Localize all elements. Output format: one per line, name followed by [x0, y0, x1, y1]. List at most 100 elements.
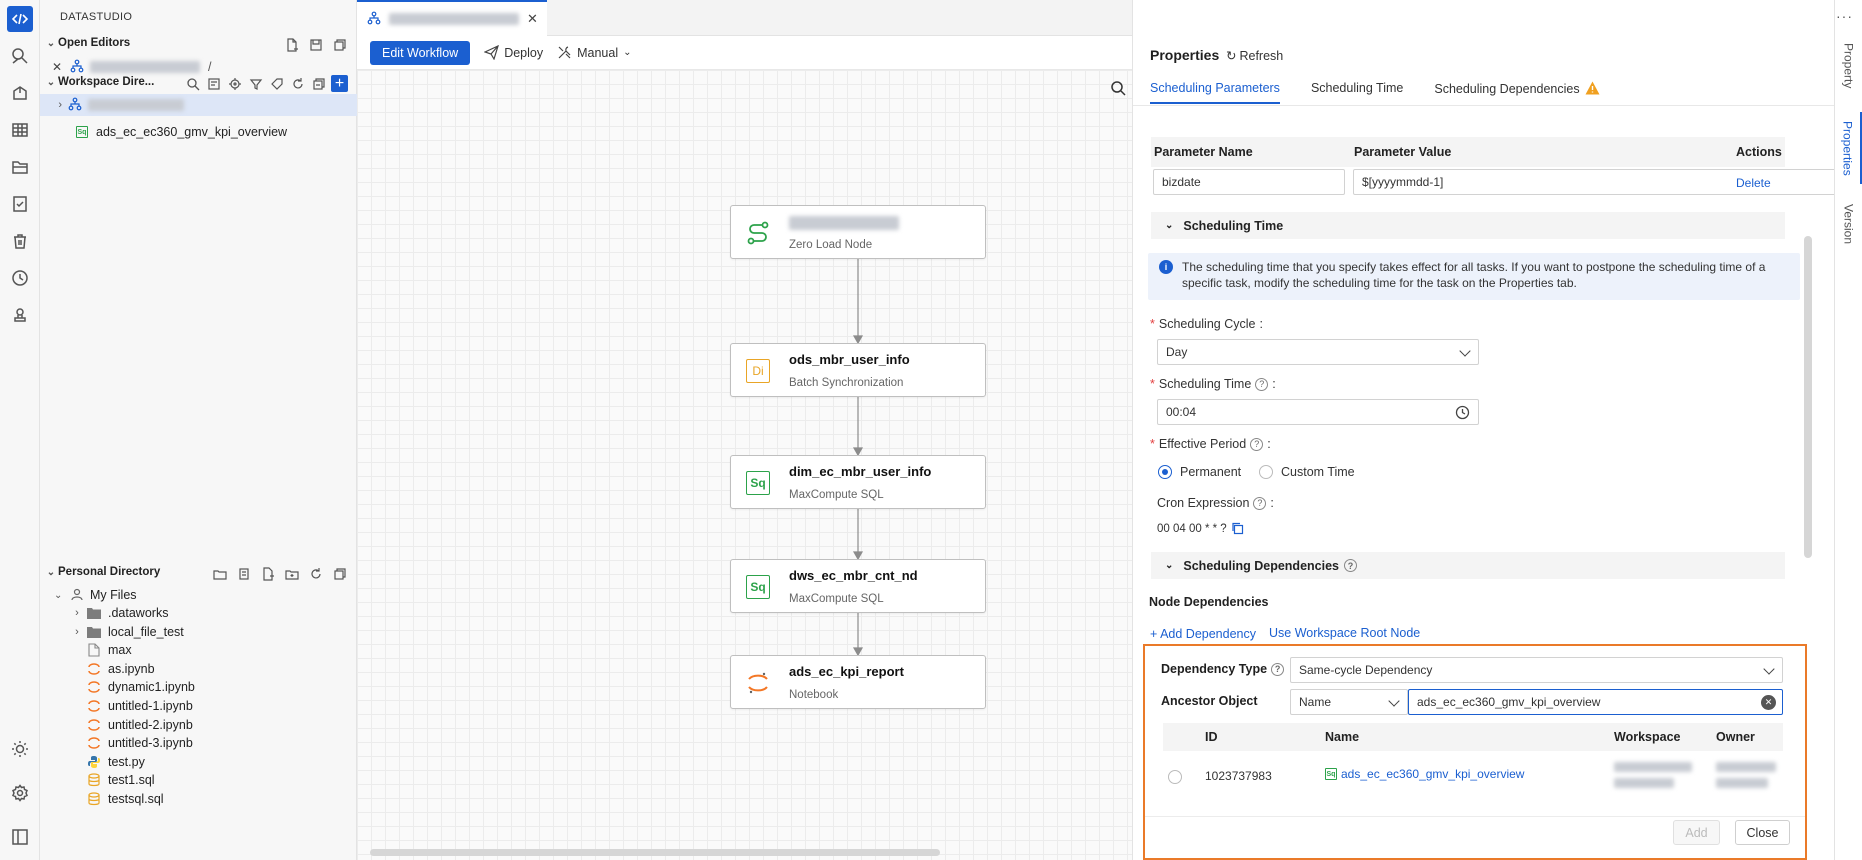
notebook-icon — [86, 679, 102, 695]
sidebar-toggle-icon[interactable] — [7, 824, 33, 850]
canvas-horizontal-scrollbar[interactable] — [370, 849, 940, 856]
scheduling-cycle-select[interactable]: Day — [1157, 339, 1479, 365]
folder-icon — [86, 624, 102, 640]
clear-input-icon[interactable]: ✕ — [1761, 695, 1776, 710]
new-file-icon[interactable] — [259, 565, 276, 582]
add-button[interactable]: + — [331, 75, 348, 92]
period-permanent-radio[interactable]: Permanent — [1158, 465, 1241, 479]
search-icon[interactable] — [184, 75, 201, 92]
tab-scheduling-dependencies[interactable]: Scheduling Dependencies — [1434, 81, 1600, 104]
tab-scheduling-time[interactable]: Scheduling Time — [1311, 81, 1403, 104]
folder-icon — [86, 605, 102, 621]
tab-scheduling-parameters[interactable]: Scheduling Parameters — [1150, 81, 1280, 104]
refresh-button[interactable]: ↻ Refresh — [1226, 48, 1283, 64]
locate-icon[interactable] — [226, 75, 243, 92]
personal-actions — [211, 565, 348, 582]
personal-directory-header[interactable]: ⌄ Personal Directory — [44, 566, 160, 578]
rail-tab-properties[interactable]: Properties — [1835, 112, 1862, 184]
result-row-name-link[interactable]: Sq ads_ec_ec360_gmv_kpi_overview — [1325, 767, 1524, 781]
sql-icon: Sq — [745, 574, 771, 600]
code-icon[interactable] — [7, 6, 33, 32]
close-button[interactable]: Close — [1735, 820, 1790, 845]
more-options-icon[interactable]: ··· — [1836, 8, 1853, 24]
new-folder-icon[interactable] — [211, 565, 228, 582]
refresh-icon[interactable] — [307, 565, 324, 582]
folder-icon[interactable] — [7, 154, 33, 180]
workflow-node-dws[interactable]: Sq dws_ec_mbr_cnt_nd MaxCompute SQL — [730, 559, 986, 613]
period-custom-radio[interactable]: Custom Time — [1259, 465, 1355, 479]
checklist-icon[interactable] — [7, 191, 33, 217]
params-table-header: Parameter Name Parameter Value Actions — [1151, 137, 1785, 167]
result-row-radio[interactable] — [1168, 770, 1182, 784]
close-icon[interactable]: ✕ — [527, 11, 538, 27]
user-stamp-icon[interactable] — [7, 302, 33, 328]
workflow-node-dim[interactable]: Sq dim_ec_mbr_user_info MaxCompute SQL — [730, 455, 986, 509]
collapse-all-icon[interactable] — [310, 75, 327, 92]
filter-icon[interactable] — [247, 75, 264, 92]
copy-icon[interactable] — [1231, 522, 1244, 535]
notebook-icon — [86, 735, 102, 751]
new-file-icon[interactable] — [283, 36, 300, 53]
chevron-down-icon — [1459, 345, 1471, 357]
workflow-canvas[interactable]: Zero Load Node Di ods_mbr_user_info Batc… — [357, 70, 1132, 860]
param-value-input[interactable]: $[yyyymmdd-1] — [1353, 169, 1859, 195]
scheduling-dependencies-header[interactable]: ⌄ Scheduling Dependencies ? — [1151, 552, 1785, 579]
user-icon — [70, 587, 84, 604]
clock-icon[interactable] — [7, 265, 33, 291]
workflow-tab[interactable]: ✕ — [357, 0, 547, 36]
add-dependency-link[interactable]: + Add Dependency — [1150, 627, 1256, 641]
data-map-icon[interactable] — [7, 43, 33, 69]
properties-scrollbar[interactable] — [1804, 236, 1812, 558]
ancestor-search-input[interactable]: ads_ec_ec360_gmv_kpi_overview ✕ — [1408, 689, 1783, 715]
upload-icon[interactable] — [235, 565, 252, 582]
workflow-node-ods[interactable]: Di ods_mbr_user_info Batch Synchronizati… — [730, 343, 986, 397]
tag-icon[interactable] — [268, 75, 285, 92]
add-folder-icon[interactable] — [283, 565, 300, 582]
workflow-node-ads[interactable]: ads_ec_kpi_report Notebook — [730, 655, 986, 709]
notebook-icon — [86, 698, 102, 714]
scheduling-time-label: * Scheduling Time ?: — [1150, 377, 1276, 391]
use-workspace-root-link[interactable]: Use Workspace Root Node — [1269, 626, 1420, 640]
help-icon[interactable]: ? — [1343, 559, 1357, 572]
add-button[interactable]: Add — [1673, 820, 1720, 845]
help-icon[interactable]: ? — [1253, 496, 1267, 510]
help-icon[interactable]: ? — [1255, 377, 1269, 391]
rail-tab-version[interactable]: Version — [1835, 196, 1862, 252]
workflow-node-zero-load[interactable]: Zero Load Node — [730, 205, 986, 259]
file-item[interactable]: testsql.sql — [40, 788, 357, 810]
settings-gear-icon[interactable] — [7, 780, 33, 806]
save-all-icon[interactable] — [307, 36, 324, 53]
dependency-type-select[interactable]: Same-cycle Dependency — [1290, 657, 1783, 683]
editor-tab-bar: ✕ — [357, 0, 1132, 36]
component-icon[interactable] — [7, 80, 33, 106]
refresh-icon: ↻ — [1226, 49, 1237, 63]
close-all-icon[interactable] — [331, 36, 348, 53]
scheduling-time-input[interactable]: 00:04 — [1157, 399, 1479, 425]
tools-icon — [558, 46, 571, 59]
close-icon[interactable]: ✕ — [40, 60, 62, 74]
workspace-workflow-item[interactable]: › — [40, 94, 357, 116]
deploy-button[interactable]: Deploy — [484, 45, 543, 60]
scheduling-time-header[interactable]: ⌄ Scheduling Time — [1151, 212, 1785, 239]
refresh-icon[interactable] — [289, 75, 306, 92]
open-editors-header[interactable]: ⌄ Open Editors — [44, 37, 130, 49]
manual-dropdown[interactable]: Manual ⌄ — [557, 45, 632, 60]
filter-list-icon[interactable] — [205, 75, 222, 92]
help-icon[interactable]: ? — [1250, 437, 1264, 451]
edit-workflow-button[interactable]: Edit Workflow — [370, 40, 471, 65]
help-icon[interactable]: ? — [1271, 662, 1285, 676]
workspace-file-item[interactable]: Sq ads_ec_ec360_gmv_kpi_overview — [40, 121, 357, 143]
theme-sun-icon[interactable] — [7, 736, 33, 762]
result-row[interactable]: 1023737983 Sq ads_ec_ec360_gmv_kpi_overv… — [1163, 754, 1783, 798]
collapse-all-icon[interactable] — [331, 565, 348, 582]
table-icon[interactable] — [7, 117, 33, 143]
activity-bar — [0, 0, 40, 860]
workspace-directory-header[interactable]: ⌄ Workspace Dire... — [44, 76, 155, 88]
ancestor-field-select[interactable]: Name — [1290, 689, 1408, 715]
trash-icon[interactable] — [7, 228, 33, 254]
canvas-search-icon[interactable] — [1110, 80, 1126, 96]
delete-param-link[interactable]: Delete — [1736, 176, 1771, 190]
rail-tab-property[interactable]: Property — [1835, 36, 1862, 96]
param-name-input[interactable]: bizdate — [1153, 169, 1345, 195]
dependency-type-label: Dependency Type ? — [1161, 662, 1285, 676]
